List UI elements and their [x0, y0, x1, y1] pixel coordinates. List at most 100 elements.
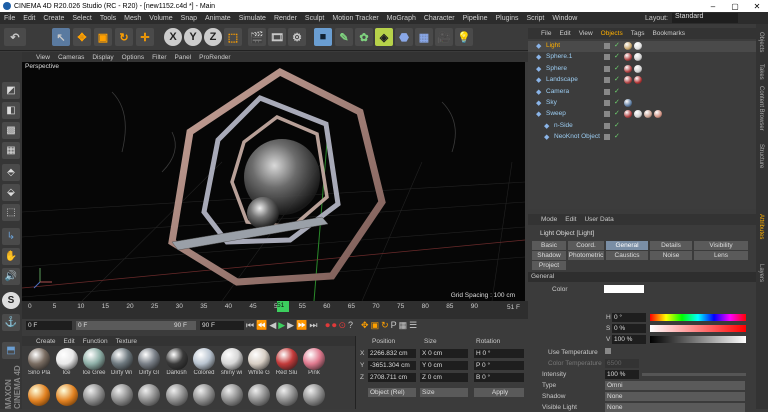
- material-swatch[interactable]: Colored: [191, 348, 217, 376]
- material-swatch-row2[interactable]: [109, 384, 135, 406]
- menu-window[interactable]: Window: [548, 15, 581, 22]
- object-tag-icon[interactable]: [624, 76, 632, 85]
- make-editable-icon[interactable]: ◩: [2, 82, 20, 99]
- menu-render[interactable]: Render: [270, 15, 301, 22]
- object-tab-bookmarks[interactable]: Bookmarks: [652, 30, 685, 37]
- position-field[interactable]: 2266.832 cm: [368, 349, 416, 358]
- menu-plugins[interactable]: Plugins: [492, 15, 523, 22]
- deformer-icon[interactable]: ⬣: [395, 28, 413, 46]
- keyframe-selection-icon[interactable]: ⊙: [338, 320, 346, 331]
- select-tool-icon[interactable]: ↖: [52, 28, 70, 46]
- menu-volume[interactable]: Volume: [145, 15, 176, 22]
- rotation-key-icon[interactable]: ↻: [381, 320, 389, 331]
- next-key-icon[interactable]: ⏩: [296, 320, 307, 331]
- viewport-menu-filter[interactable]: Filter: [152, 54, 166, 61]
- side-tab-attributes[interactable]: Attributes: [758, 214, 764, 239]
- solo-icon[interactable]: S: [2, 292, 20, 309]
- side-tab-objects[interactable]: Objects: [758, 32, 764, 52]
- object-tag-icon[interactable]: [624, 99, 632, 107]
- side-tab-structure[interactable]: Structure: [758, 144, 764, 168]
- enabled-check-icon[interactable]: ✓: [614, 121, 620, 129]
- rotation-field[interactable]: H 0 °: [474, 349, 524, 358]
- rotate-tool-icon[interactable]: ↻: [115, 28, 133, 46]
- viewport-menu-panel[interactable]: Panel: [175, 54, 192, 61]
- lock-workplane-icon[interactable]: ⚓: [2, 314, 20, 331]
- visibility-toggle[interactable]: [604, 134, 610, 141]
- enabled-check-icon[interactable]: ✓: [614, 132, 620, 140]
- material-swatch-row2[interactable]: [191, 384, 217, 406]
- position-key-icon[interactable]: ✥: [361, 320, 369, 331]
- attr-tab-basic[interactable]: Basic: [532, 241, 566, 250]
- object-row[interactable]: ◆ Light ✓: [528, 41, 756, 52]
- menu-mesh[interactable]: Mesh: [120, 15, 145, 22]
- subdivision-icon[interactable]: ◈: [375, 28, 393, 46]
- attr-tab-details[interactable]: Details: [650, 241, 692, 250]
- material-swatch-row2[interactable]: [301, 384, 327, 406]
- attr-menu-edit[interactable]: Edit: [565, 216, 576, 223]
- enabled-check-icon[interactable]: ✓: [614, 41, 620, 49]
- apply-button[interactable]: Apply: [474, 388, 524, 397]
- side-tab-takes[interactable]: Takes: [758, 64, 764, 80]
- position-field[interactable]: 2708.711 cm: [368, 373, 416, 382]
- object-row[interactable]: ◆ n-Side ✓: [528, 121, 756, 132]
- object-row[interactable]: ◆ Camera ✓: [528, 87, 756, 98]
- close-button[interactable]: ✕: [746, 2, 768, 11]
- play-icon[interactable]: ▶: [278, 320, 285, 331]
- object-tag-icon[interactable]: [634, 110, 642, 119]
- object-row[interactable]: ◆ Sky ✓: [528, 98, 756, 109]
- light-icon[interactable]: 💡: [455, 28, 473, 46]
- attr-tab-noise[interactable]: Noise: [650, 251, 692, 260]
- enabled-check-icon[interactable]: ✓: [614, 98, 620, 106]
- position-field[interactable]: -3651.304 cm: [368, 361, 416, 370]
- rotation-field[interactable]: P 0 °: [474, 361, 524, 370]
- object-tag-icon[interactable]: [654, 110, 662, 119]
- enabled-check-icon[interactable]: ✓: [614, 52, 620, 60]
- object-tag-icon[interactable]: [634, 42, 642, 50]
- scale-tool-icon[interactable]: ▣: [94, 28, 112, 46]
- menu-snap[interactable]: Snap: [177, 15, 201, 22]
- size-field[interactable]: Y 0 cm: [420, 361, 468, 370]
- viewport[interactable]: Perspective Grid Spacing : 100 cm: [22, 62, 525, 301]
- spline-pen-icon[interactable]: ✎: [335, 28, 353, 46]
- object-tag-icon[interactable]: [644, 110, 652, 119]
- rotation-field[interactable]: B 0 °: [474, 373, 524, 382]
- material-swatch[interactable]: Ice Gree: [81, 348, 107, 376]
- cube-icon[interactable]: ■: [314, 28, 332, 46]
- object-tag-icon[interactable]: [624, 53, 632, 62]
- object-tag-icon[interactable]: [634, 64, 642, 73]
- hue-field[interactable]: 0 °: [612, 313, 646, 322]
- material-swatch[interactable]: Darkish: [164, 348, 190, 376]
- side-tab-layers[interactable]: Layers: [758, 264, 764, 282]
- menu-simulate[interactable]: Simulate: [235, 15, 270, 22]
- attr-tab-visibility[interactable]: Visibility: [694, 241, 748, 250]
- intensity-field[interactable]: 100 %: [605, 370, 639, 379]
- viewport-menu-cameras[interactable]: Cameras: [58, 54, 84, 61]
- environment-icon[interactable]: ▦: [415, 28, 433, 46]
- step-forward-icon[interactable]: ▶: [287, 320, 294, 331]
- visibility-toggle[interactable]: [604, 100, 610, 106]
- z-axis-icon[interactable]: Z: [204, 28, 222, 46]
- type-dropdown[interactable]: Omni: [605, 381, 745, 390]
- polygons-mode-icon[interactable]: ⬚: [2, 204, 20, 221]
- coordinate-system-icon[interactable]: ⬚: [224, 28, 242, 46]
- material-menu-create[interactable]: Create: [36, 338, 56, 345]
- visibility-toggle[interactable]: [604, 88, 610, 95]
- menu-character[interactable]: Character: [420, 15, 459, 22]
- material-swatch[interactable]: shiny wi: [219, 348, 245, 376]
- attr-tab-coord[interactable]: Coord.: [568, 241, 604, 250]
- object-tag-icon[interactable]: [634, 53, 642, 62]
- render-picture-viewer-icon[interactable]: 🎞: [268, 28, 286, 46]
- points-mode-icon[interactable]: ⬘: [2, 164, 20, 181]
- attr-tab-general[interactable]: General: [606, 241, 648, 250]
- object-tag-icon[interactable]: [624, 42, 632, 50]
- coord-size-dropdown[interactable]: Size: [420, 388, 468, 397]
- visibility-toggle[interactable]: [604, 43, 610, 49]
- workplane-icon[interactable]: ▦: [2, 142, 20, 159]
- material-swatch[interactable]: Ice: [54, 348, 80, 376]
- visibility-toggle[interactable]: [604, 77, 610, 84]
- enabled-check-icon[interactable]: ✓: [614, 75, 620, 83]
- object-tab-tags[interactable]: Tags: [631, 30, 645, 37]
- go-to-end-icon[interactable]: ⏭: [309, 320, 317, 331]
- render-settings-icon[interactable]: ⚙: [288, 28, 306, 46]
- move-tool-icon[interactable]: ✥: [73, 28, 91, 46]
